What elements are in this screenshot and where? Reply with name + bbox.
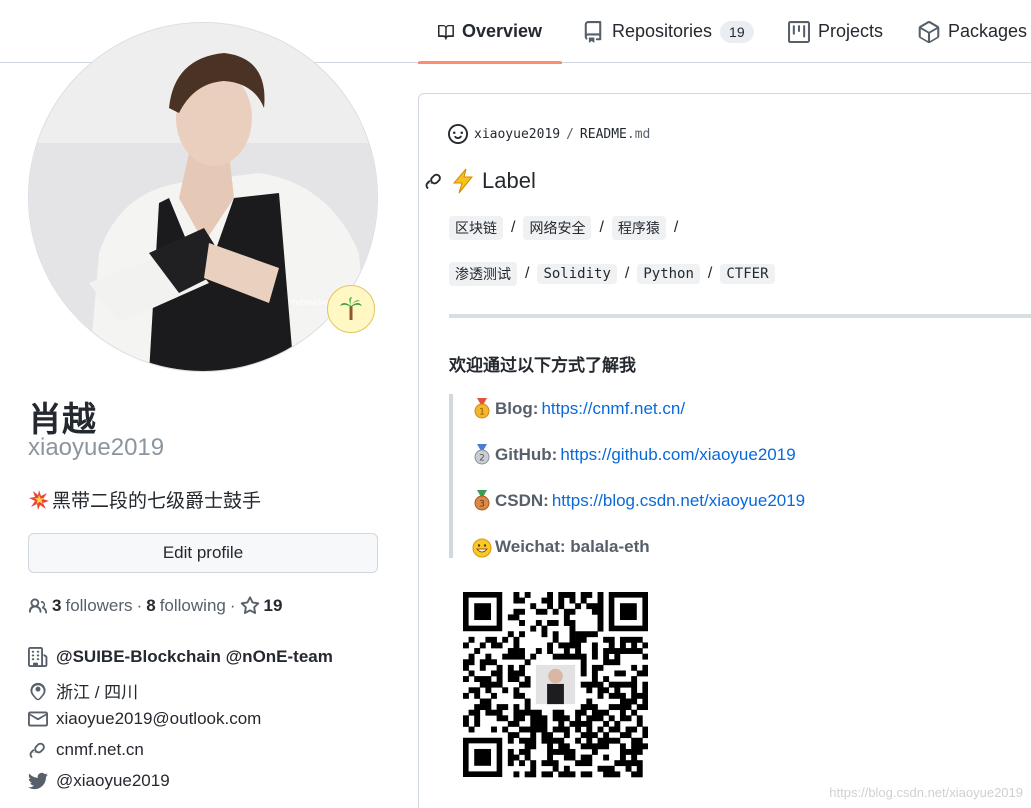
link-icon: [29, 742, 45, 758]
palm-tree-icon[interactable]: [327, 285, 375, 333]
welcome-heading: 欢迎通过以下方式了解我: [449, 356, 636, 376]
tab-packages-label: Packages: [948, 21, 1028, 41]
tab-projects[interactable]: Projects: [768, 0, 903, 63]
tag-ctfer: CTFER: [720, 264, 775, 284]
profile-username: xiaoyue2019: [28, 434, 165, 461]
vcard-website: cnmf.net.cn: [28, 740, 144, 760]
tag-network-security: 网络安全: [523, 216, 592, 240]
readme-breadcrumb: xiaoyue2019 / README.md: [448, 124, 650, 144]
tag-row-2: 渗透测试 / Solidity / Python / CTFER: [449, 262, 775, 286]
tag-solidity: Solidity: [537, 264, 617, 284]
vcard-organization: @SUIBE-Blockchain @nOnE-team: [28, 647, 333, 667]
twitter-icon: [28, 772, 48, 790]
dot-separator: ·: [229, 596, 236, 615]
svg-text:3: 3: [479, 500, 485, 510]
followers-link[interactable]: followers: [65, 596, 132, 616]
contact-blog: 1 Blog: https://cnmf.net.cn/: [472, 398, 685, 420]
book-icon: [438, 24, 454, 40]
avatar-photo: THOMASHOLL: [29, 23, 377, 371]
followers-count[interactable]: 3: [52, 596, 61, 616]
vcard-organization-text[interactable]: @SUIBE-Blockchain @nOnE-team: [56, 647, 333, 667]
contact-wechat-text: Weichat: balala-eth: [495, 537, 650, 556]
smiley-icon: [448, 124, 468, 144]
gold-medal-icon: 1: [474, 398, 490, 419]
people-icon: [28, 598, 48, 614]
collision-icon: [29, 489, 49, 510]
following-link[interactable]: following: [160, 596, 226, 616]
profile-bio: 黑带二段的七级爵士鼓手: [28, 486, 261, 513]
vcard-email-link[interactable]: xiaoyue2019@outlook.com: [56, 709, 261, 729]
readme-owner-link[interactable]: xiaoyue2019: [474, 127, 560, 142]
tab-overview-label: Overview: [461, 21, 542, 41]
edit-profile-button[interactable]: Edit profile: [28, 533, 378, 573]
vcard-twitter: @xiaoyue2019: [28, 771, 170, 791]
tag-blockchain: 区块链: [449, 216, 503, 240]
vcard-email: xiaoyue2019@outlook.com: [28, 709, 261, 729]
anchor-link-icon[interactable]: [424, 171, 444, 191]
readme-file-link[interactable]: README.md: [580, 127, 650, 142]
contact-github: 2 GitHub: https://github.com/xiaoyue2019: [472, 444, 796, 466]
dot-separator: ·: [136, 596, 143, 615]
vcard-twitter-link[interactable]: @xiaoyue2019: [56, 771, 170, 791]
blockquote-bar: [449, 394, 453, 558]
tab-packages[interactable]: Packages: [898, 0, 1031, 63]
contact-wechat: Weichat: balala-eth: [472, 536, 650, 558]
wechat-qr-code: [463, 592, 648, 778]
contact-csdn-label: CSDN:: [495, 491, 549, 510]
vcard-location-text: 浙江 / 四川: [56, 683, 139, 702]
svg-text:2: 2: [479, 454, 485, 464]
csdn-link[interactable]: https://blog.csdn.net/xiaoyue2019: [552, 491, 805, 511]
github-link[interactable]: https://github.com/xiaoyue2019: [560, 445, 795, 465]
star-icon: [240, 596, 259, 614]
label-heading-text: Label: [482, 168, 536, 193]
contact-blog-label: Blog:: [495, 399, 539, 418]
path-separator: /: [566, 126, 574, 142]
vcard-website-link[interactable]: cnmf.net.cn: [56, 740, 144, 760]
tag-python: Python: [637, 264, 700, 284]
blog-link[interactable]: https://cnmf.net.cn/: [541, 399, 685, 419]
organization-icon: [28, 647, 48, 667]
mail-icon: [28, 711, 48, 727]
project-icon: [788, 20, 810, 43]
tag-pentest: 渗透测试: [449, 262, 517, 286]
tag-programmer: 程序猿: [611, 216, 666, 240]
avatar[interactable]: THOMASHOLL: [28, 22, 378, 372]
tab-overview[interactable]: Overview: [418, 0, 562, 64]
stars-count[interactable]: 19: [264, 596, 283, 616]
tab-projects-label: Projects: [818, 21, 884, 41]
contact-csdn: 3 CSDN: https://blog.csdn.net/xiaoyue201…: [472, 490, 805, 512]
follow-stats: 3 followers · 8 following · 19: [28, 596, 282, 616]
silver-medal-icon: 2: [474, 444, 490, 465]
profile-bio-text: 黑带二段的七级爵士鼓手: [52, 490, 262, 512]
location-icon: [30, 682, 46, 700]
tag-row-1: 区块链 / 网络安全 / 程序猿 /: [449, 216, 678, 240]
contact-github-label: GitHub:: [495, 445, 558, 464]
label-heading: Label: [424, 168, 536, 194]
bronze-medal-icon: 3: [474, 490, 490, 511]
svg-text:1: 1: [479, 408, 485, 418]
watermark: https://blog.csdn.net/xiaoyue2019: [829, 785, 1023, 800]
repo-icon: [584, 20, 602, 43]
tab-repositories-label: Repositories: [612, 21, 713, 41]
package-icon: [918, 20, 940, 43]
tab-repositories[interactable]: Repositories 19: [562, 0, 774, 63]
divider: [449, 314, 1031, 318]
following-count[interactable]: 8: [146, 596, 155, 616]
repo-count-badge: 19: [720, 20, 754, 43]
grinning-face-icon: [472, 538, 492, 558]
lightning-icon: [452, 168, 474, 194]
vcard-location: 浙江 / 四川: [28, 678, 138, 703]
